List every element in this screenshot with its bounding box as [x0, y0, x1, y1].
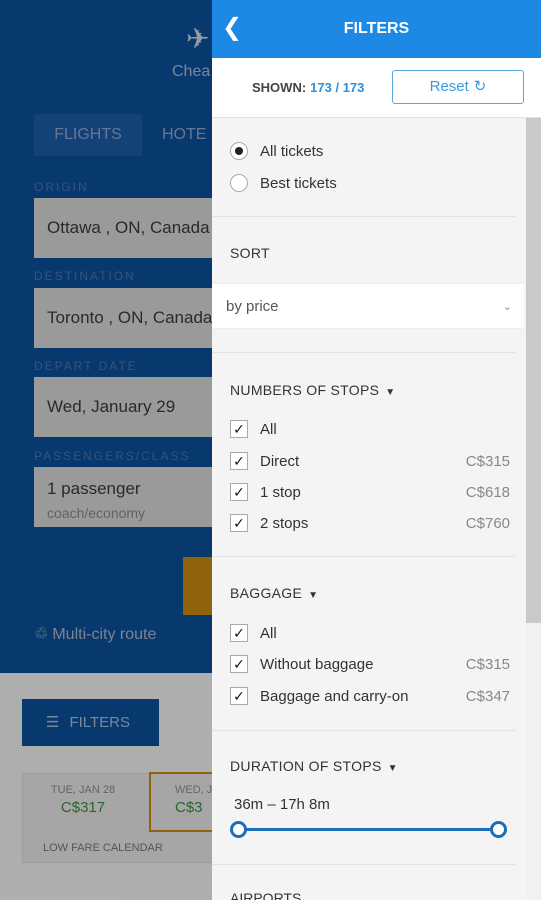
stops-option-1-stop[interactable]: ✓ 1 stop C$618	[230, 481, 510, 503]
divider	[212, 730, 516, 731]
refresh-icon: ↻	[473, 78, 487, 95]
chevron-down-icon: ⌄	[502, 301, 512, 313]
caret-down-icon: ▼	[308, 590, 319, 601]
baggage-title[interactable]: BAGGAGE ▼	[230, 585, 318, 601]
radio-best-tickets[interactable]: Best tickets	[230, 172, 337, 194]
checkbox[interactable]: ✓	[230, 687, 248, 705]
panel-scrollbar[interactable]	[526, 118, 541, 900]
airports-title: AIRPORTS	[230, 890, 302, 900]
duration-slider-track[interactable]	[239, 828, 499, 831]
option-label: All	[260, 420, 277, 438]
baggage-option-carry-on[interactable]: ✓ Baggage and carry-on C$347	[230, 685, 510, 707]
reset-label: Reset	[429, 78, 469, 95]
baggage-option-all[interactable]: ✓ All	[230, 622, 510, 644]
shown-counter: SHOWN: 173 / 173	[252, 80, 364, 95]
divider	[212, 864, 516, 865]
sort-value: by price	[226, 298, 279, 315]
option-price: C$347	[465, 687, 510, 705]
option-label: All	[260, 624, 277, 642]
option-price: C$315	[465, 452, 510, 470]
stops-option-direct[interactable]: ✓ Direct C$315	[230, 450, 510, 472]
checkbox[interactable]: ✓	[230, 452, 248, 470]
sort-title: SORT	[230, 245, 270, 261]
divider	[212, 352, 516, 353]
checkbox[interactable]: ✓	[230, 514, 248, 532]
option-label: 1 stop	[260, 483, 301, 501]
radio-label: Best tickets	[260, 174, 337, 192]
shown-bar: SHOWN: 173 / 173 Reset ↻	[212, 58, 541, 118]
duration-title-label: DURATION OF STOPS	[230, 758, 382, 774]
scrollbar-thumb[interactable]	[526, 118, 541, 623]
checkbox[interactable]: ✓	[230, 624, 248, 642]
radio-label: All tickets	[260, 142, 324, 160]
checkbox[interactable]: ✓	[230, 655, 248, 673]
checkbox[interactable]: ✓	[230, 483, 248, 501]
reset-button[interactable]: Reset ↻	[392, 70, 524, 104]
divider	[212, 216, 516, 217]
sort-select[interactable]: by price ⌄	[212, 283, 524, 329]
option-price: C$760	[465, 514, 510, 532]
shown-label: SHOWN:	[252, 80, 307, 95]
option-price: C$618	[465, 483, 510, 501]
option-price: C$315	[465, 655, 510, 673]
duration-slider-min-handle[interactable]	[230, 821, 247, 838]
filters-panel: FILTERS ❮ SHOWN: 173 / 173 Reset ↻ All tic…	[212, 0, 541, 900]
baggage-title-label: BAGGAGE	[230, 585, 303, 601]
duration-slider-max-handle[interactable]	[490, 821, 507, 838]
duration-range-label: 36m – 17h 8m	[234, 796, 330, 813]
caret-down-icon: ▼	[387, 763, 398, 774]
radio-all-tickets[interactable]: All tickets	[230, 140, 323, 162]
stops-title-label: NUMBERS OF STOPS	[230, 382, 380, 398]
panel-title: FILTERS	[343, 20, 410, 37]
radio-button[interactable]	[230, 174, 248, 192]
baggage-option-without[interactable]: ✓ Without baggage C$315	[230, 653, 510, 675]
radio-button[interactable]	[230, 142, 248, 160]
panel-header: FILTERS ❮	[212, 0, 541, 58]
divider	[212, 556, 516, 557]
stops-option-2-stops[interactable]: ✓ 2 stops C$760	[230, 512, 510, 534]
shown-count: 173 / 173	[310, 80, 365, 95]
back-chevron-icon[interactable]: ❮	[222, 14, 242, 42]
stops-title[interactable]: NUMBERS OF STOPS ▼	[230, 382, 395, 398]
option-label: Baggage and carry-on	[260, 687, 409, 705]
option-label: Direct	[260, 452, 300, 470]
option-label: Without baggage	[260, 655, 374, 673]
checkbox[interactable]: ✓	[230, 420, 248, 438]
stops-option-all[interactable]: ✓ All	[230, 418, 510, 440]
option-label: 2 stops	[260, 514, 309, 532]
duration-title[interactable]: DURATION OF STOPS ▼	[230, 758, 398, 774]
caret-down-icon: ▼	[385, 387, 396, 398]
